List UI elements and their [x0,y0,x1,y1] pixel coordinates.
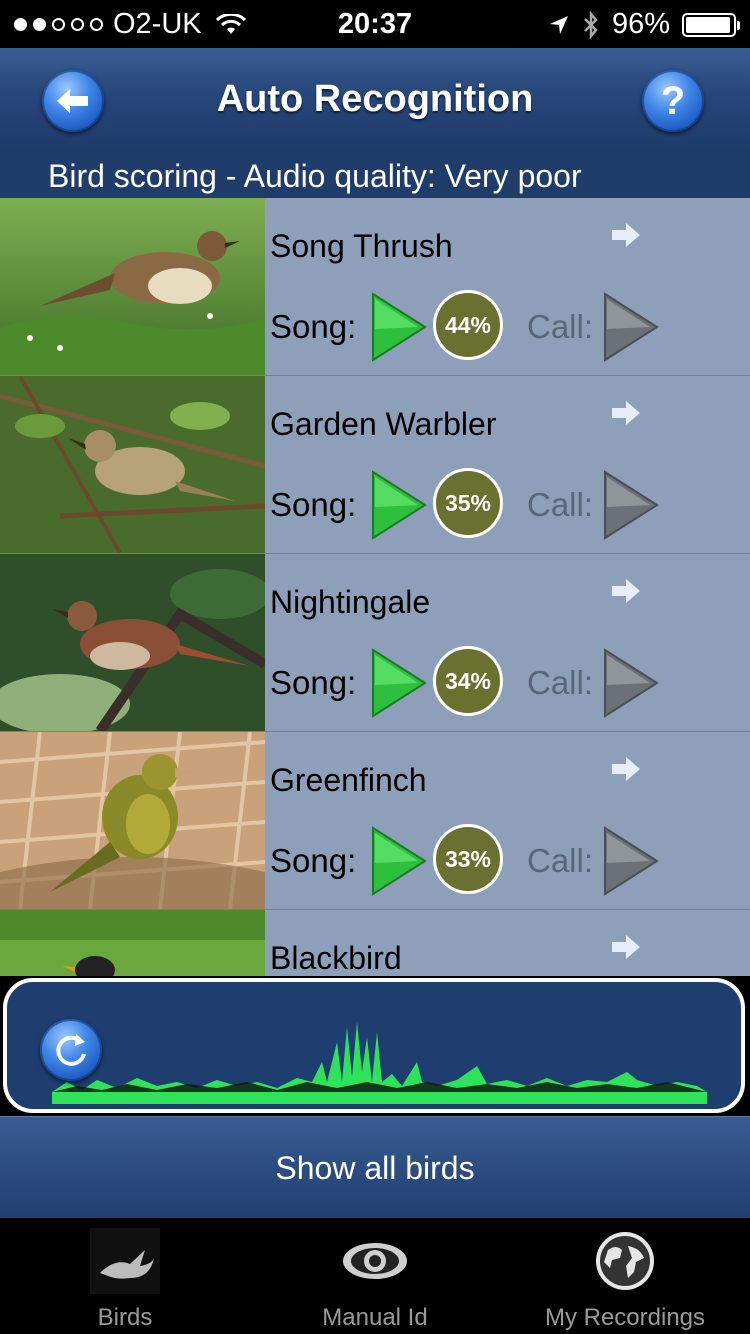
blackbird-photo [0,910,265,976]
arrow-right-icon[interactable] [610,220,642,250]
arrow-left-icon [57,89,88,113]
tab-label: Birds [97,1304,153,1331]
bird-row[interactable]: Garden Warbler Song: 35% Call: [0,376,750,554]
tab-manual-id[interactable]: Manual Id [250,1218,500,1334]
score-badge: 35% [433,468,503,538]
status-right: 96% [548,8,740,41]
call-label: Call: [527,486,594,523]
globe-icon [596,1232,654,1290]
bird-name[interactable]: Blackbird [270,940,402,976]
play-call-icon[interactable] [602,647,660,719]
tab-label: Manual Id [322,1304,428,1331]
bird-icon [90,1228,160,1294]
greenfinch-photo [0,732,265,909]
help-label: ? [660,78,686,123]
tab-birds[interactable]: Birds [0,1218,250,1334]
bluetooth-icon [584,10,598,39]
score-badge: 33% [433,824,503,894]
play-song-icon[interactable] [370,825,428,897]
arrow-right-icon[interactable] [610,932,642,962]
score-badge: 44% [433,290,503,360]
score-badge: 34% [433,646,503,716]
refresh-icon [56,1034,86,1066]
back-button[interactable] [42,70,104,132]
song-label: Song: [270,308,357,345]
play-song-icon[interactable] [370,647,428,719]
refresh-button[interactable] [40,1019,102,1081]
song-label: Song: [270,842,357,879]
song-label: Song: [270,664,357,701]
page-title: Auto Recognition [216,78,534,120]
play-song-icon[interactable] [370,469,428,541]
garden-warbler-photo [0,376,265,553]
eye-icon [343,1243,407,1279]
bird-name[interactable]: Nightingale [270,584,430,621]
play-call-icon[interactable] [602,469,660,541]
battery-icon [682,12,740,37]
arrow-right-icon[interactable] [610,754,642,784]
arrow-right-icon[interactable] [610,576,642,606]
tab-my-recordings[interactable]: My Recordings [500,1218,750,1334]
status-bar: O2-UK 20:37 96% [0,0,750,48]
song-label: Song: [270,486,357,523]
bird-row[interactable]: Greenfinch Song: 33% Call: [0,732,750,910]
bird-name[interactable]: Garden Warbler [270,406,496,443]
navigation-bar: Auto Recognition [0,48,750,153]
recording-waveform-panel [3,978,745,1113]
scoring-header: Bird scoring - Audio quality: Very poor [0,152,750,198]
play-song-icon[interactable] [370,291,428,363]
bird-row[interactable]: Nightingale Song: 34% Call: [0,554,750,732]
play-call-icon[interactable] [602,825,660,897]
location-arrow-icon [549,15,568,34]
tab-bar: Birds Manual Id My Recordings [0,1218,750,1334]
arrow-right-icon[interactable] [610,398,642,428]
bird-row[interactable]: Song Thrush Song: 44% Call: [0,198,750,376]
nightingale-photo [0,554,265,731]
bird-results-list[interactable]: Song Thrush Song: 44% Call: Garden Warbl… [0,198,750,976]
call-label: Call: [527,308,594,345]
call-label: Call: [527,842,594,879]
show-all-birds-button[interactable]: Show all birds [0,1116,750,1219]
bird-name[interactable]: Song Thrush [270,228,453,265]
tab-label: My Recordings [544,1304,706,1331]
show-all-label: Show all birds [275,1150,475,1186]
song-thrush-photo [0,198,265,375]
play-call-icon[interactable] [602,291,660,363]
call-label: Call: [527,664,594,701]
bird-name[interactable]: Greenfinch [270,762,427,799]
waveform-graphic [52,1022,707,1104]
battery-percent: 96% [611,8,670,40]
help-button[interactable]: ? [642,70,704,132]
bird-row[interactable]: Blackbird [0,910,750,976]
scoring-text: Bird scoring - Audio quality: Very poor [48,158,582,194]
